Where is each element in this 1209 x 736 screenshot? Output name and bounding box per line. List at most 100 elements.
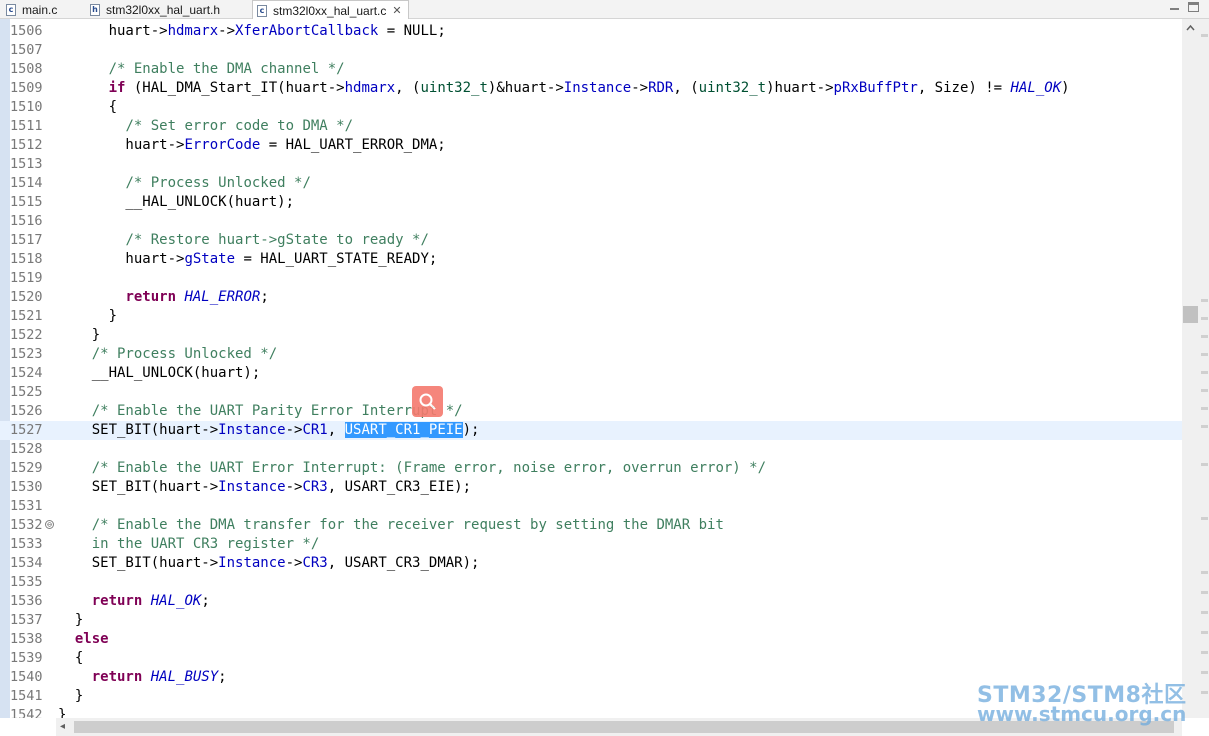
code-line[interactable]: 1524 __HAL_UNLOCK(huart);: [0, 364, 1182, 383]
code-token: , (: [395, 80, 421, 96]
code-line[interactable]: 1538 else: [0, 630, 1182, 649]
minimize-icon[interactable]: [1168, 2, 1182, 16]
code-line[interactable]: 1531: [0, 497, 1182, 516]
tab-stm32l0xx-hal-uart-h[interactable]: h stm32l0xx_hal_uart.h: [86, 0, 226, 19]
code-line[interactable]: 1517 /* Restore huart->gState to ready *…: [0, 231, 1182, 250]
code-line[interactable]: 1527 SET_BIT(huart->Instance->CR1, USART…: [0, 421, 1182, 440]
search-icon: [419, 393, 436, 410]
code-token: RDR: [648, 80, 674, 96]
code-line[interactable]: 1509 if (HAL_DMA_Start_IT(huart->hdmarx,…: [0, 79, 1182, 98]
code-token: SET_BIT(huart->: [58, 422, 219, 438]
line-number: 1531: [10, 498, 43, 514]
overview-mark[interactable]: [1201, 611, 1208, 614]
code-token: }: [58, 707, 67, 718]
code-token: __HAL_UNLOCK(huart);: [58, 194, 295, 210]
code-line[interactable]: 1510 {: [0, 98, 1182, 117]
code-line[interactable]: 1518 huart->gState = HAL_UART_STATE_READ…: [0, 250, 1182, 269]
watermark-url: www.stmcu.org.cn: [977, 702, 1187, 726]
code-line[interactable]: 1511 /* Set error code to DMA */: [0, 117, 1182, 136]
code-text: return HAL_BUSY;: [58, 668, 227, 687]
overview-mark[interactable]: [1201, 671, 1208, 674]
code-text: /* Enable the UART Parity Error Interrup…: [58, 402, 463, 421]
code-line[interactable]: 1520 return HAL_ERROR;: [0, 288, 1182, 307]
code-token: hdmarx: [344, 80, 396, 96]
code-line[interactable]: 1521 }: [0, 307, 1182, 326]
overview-mark[interactable]: [1201, 691, 1208, 694]
code-token: else: [74, 631, 109, 647]
overview-mark[interactable]: [1201, 571, 1208, 574]
code-token: uint32_t: [698, 80, 767, 96]
fold-collapse-icon[interactable]: ⊖: [45, 520, 54, 529]
scrollbar-thumb[interactable]: [1183, 306, 1198, 323]
tab-stm32l0xx-hal-uart-c[interactable]: c stm32l0xx_hal_uart.c ✕: [252, 0, 409, 20]
code-line[interactable]: 1515 __HAL_UNLOCK(huart);: [0, 193, 1182, 212]
close-tab-icon[interactable]: ✕: [392, 4, 401, 17]
code-token: CR1: [302, 422, 328, 438]
code-token: if: [108, 80, 126, 96]
code-line[interactable]: 1516: [0, 212, 1182, 231]
code-line[interactable]: 1533 in the UART CR3 register */: [0, 535, 1182, 554]
code-line[interactable]: 1514 /* Process Unlocked */: [0, 174, 1182, 193]
code-line[interactable]: 1506 huart->hdmarx->XferAbortCallback = …: [0, 22, 1182, 41]
code-line[interactable]: 1519: [0, 269, 1182, 288]
maximize-icon[interactable]: [1188, 2, 1199, 12]
code-line[interactable]: 1539 {: [0, 649, 1182, 668]
h-file-icon: h: [90, 3, 100, 16]
overview-mark[interactable]: [1201, 463, 1208, 466]
overview-ruler: [1200, 19, 1209, 718]
overview-mark[interactable]: [1201, 335, 1208, 338]
code-line[interactable]: 1508 /* Enable the DMA channel */: [0, 60, 1182, 79]
overview-mark[interactable]: [1201, 389, 1208, 392]
code-line[interactable]: 1507: [0, 41, 1182, 60]
line-number: 1524: [10, 365, 43, 381]
code-line[interactable]: 1537 }: [0, 611, 1182, 630]
code-line[interactable]: 1536 return HAL_OK;: [0, 592, 1182, 611]
code-line[interactable]: 1523 /* Process Unlocked */: [0, 345, 1182, 364]
overview-mark[interactable]: [1201, 631, 1208, 634]
vertical-scrollbar[interactable]: [1182, 19, 1209, 718]
line-number: 1525: [10, 384, 43, 400]
overview-mark[interactable]: [1201, 353, 1208, 356]
code-line[interactable]: 1532 ⊖ /* Enable the DMA transfer for the…: [0, 516, 1182, 535]
code-token: /* Set error code to DMA */: [125, 118, 354, 134]
tab-main-c[interactable]: c main.c: [2, 0, 63, 19]
code-line[interactable]: 1526 /* Enable the UART Parity Error Int…: [0, 402, 1182, 421]
code-token: ): [1061, 80, 1070, 96]
scroll-left-icon[interactable]: ◂: [60, 721, 65, 732]
overview-mark[interactable]: [1201, 299, 1208, 302]
overview-mark[interactable]: [1201, 517, 1208, 520]
scroll-up-icon[interactable]: [1182, 19, 1199, 36]
code-line[interactable]: 1513: [0, 155, 1182, 174]
code-line[interactable]: 1525: [0, 383, 1182, 402]
line-number: 1514: [10, 175, 43, 191]
overview-mark[interactable]: [1201, 651, 1208, 654]
line-number: 1511: [10, 118, 43, 134]
code-editor[interactable]: 1506 huart->hdmarx->XferAbortCallback = …: [0, 19, 1182, 718]
c-file-icon: c: [6, 3, 16, 16]
code-token: , Size) !=: [917, 80, 1011, 96]
code-line[interactable]: 1530 SET_BIT(huart->Instance->CR3, USART…: [0, 478, 1182, 497]
search-button[interactable]: [412, 386, 443, 417]
code-token: = HAL_UART_ERROR_DMA;: [260, 137, 446, 153]
overview-mark[interactable]: [1201, 425, 1208, 428]
code-line[interactable]: 1529 /* Enable the UART Error Interrupt:…: [0, 459, 1182, 478]
overview-mark[interactable]: [1201, 591, 1208, 594]
code-line[interactable]: 1535: [0, 573, 1182, 592]
code-line[interactable]: 1534 SET_BIT(huart->Instance->CR3, USART…: [0, 554, 1182, 573]
overview-mark[interactable]: [1201, 34, 1208, 37]
code-line[interactable]: 1522 }: [0, 326, 1182, 345]
line-number: 1512: [10, 137, 43, 153]
tab-label: main.c: [22, 2, 58, 17]
selected-text: USART_CR1_PEIE: [344, 422, 463, 438]
overview-mark[interactable]: [1201, 407, 1208, 410]
code-token: /* Process Unlocked */: [91, 346, 278, 362]
overview-mark[interactable]: [1201, 371, 1208, 374]
overview-mark[interactable]: [1201, 317, 1208, 320]
code-line[interactable]: 1528: [0, 440, 1182, 459]
code-token: );: [462, 422, 480, 438]
code-token: in the UART CR3 register */: [91, 536, 320, 552]
code-line[interactable]: 1512 huart->ErrorCode = HAL_UART_ERROR_D…: [0, 136, 1182, 155]
